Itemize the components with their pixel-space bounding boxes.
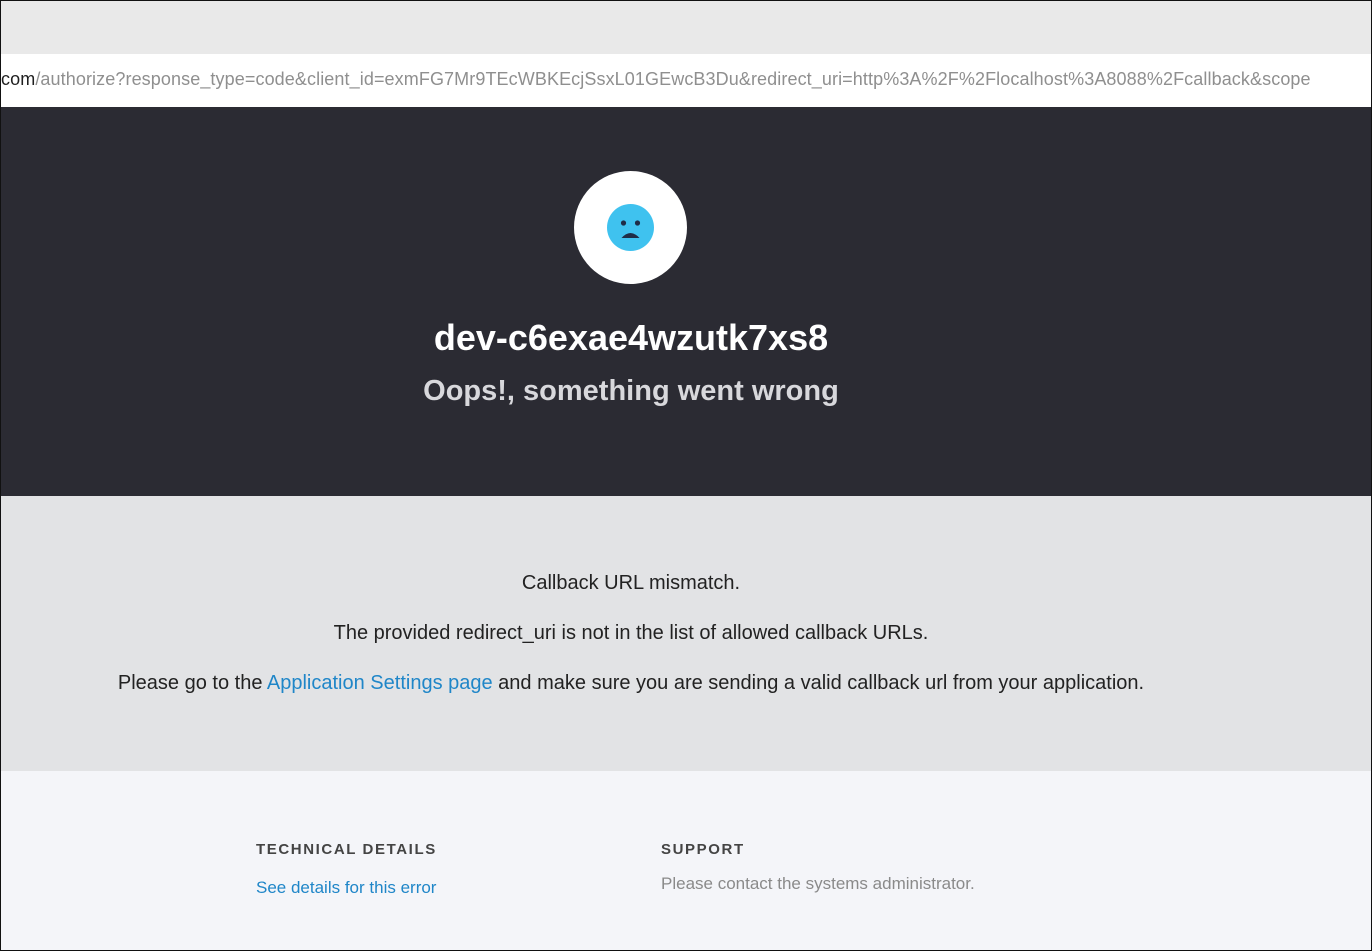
sad-face-icon	[607, 204, 654, 251]
error-message-line-2: The provided redirect_uri is not in the …	[333, 622, 929, 644]
technical-details-column: TECHNICAL DETAILS See details for this e…	[256, 841, 437, 898]
error-message-section: Callback URL mismatch. The provided redi…	[1, 496, 1371, 771]
message-suffix: and make sure you are sending a valid ca…	[492, 672, 1145, 694]
error-footer: TECHNICAL DETAILS See details for this e…	[1, 771, 1371, 950]
url-path: /authorize?response_type=code&client_id=…	[35, 69, 1311, 89]
message-prefix: Please go to the	[117, 672, 267, 694]
error-hero: dev-c6exae4wzutk7xs8 Oops!, something we…	[1, 107, 1371, 496]
browser-chrome-strip	[1, 1, 1371, 54]
error-title: Oops!, something went wrong	[423, 375, 839, 407]
url-host-fragment: com	[1, 69, 36, 89]
support-text: Please contact the systems administrator…	[661, 874, 975, 893]
error-message-line-1: Callback URL mismatch.	[521, 572, 741, 594]
address-bar[interactable]: com/authorize?response_type=code&client_…	[1, 54, 1371, 107]
technical-details-title: TECHNICAL DETAILS	[256, 841, 437, 858]
support-column: SUPPORT Please contact the systems admin…	[661, 841, 975, 894]
tenant-name: dev-c6exae4wzutk7xs8	[433, 317, 829, 358]
error-message-line-3: Please go to the Application Settings pa…	[1, 672, 1261, 695]
see-error-details-link[interactable]: See details for this error	[256, 878, 436, 898]
support-title: SUPPORT	[661, 841, 745, 858]
browser-window: com/authorize?response_type=code&client_…	[0, 0, 1372, 951]
application-settings-link[interactable]: Application Settings page	[267, 672, 493, 694]
address-bar-url[interactable]: com/authorize?response_type=code&client_…	[1, 69, 1311, 90]
error-avatar	[574, 171, 687, 284]
